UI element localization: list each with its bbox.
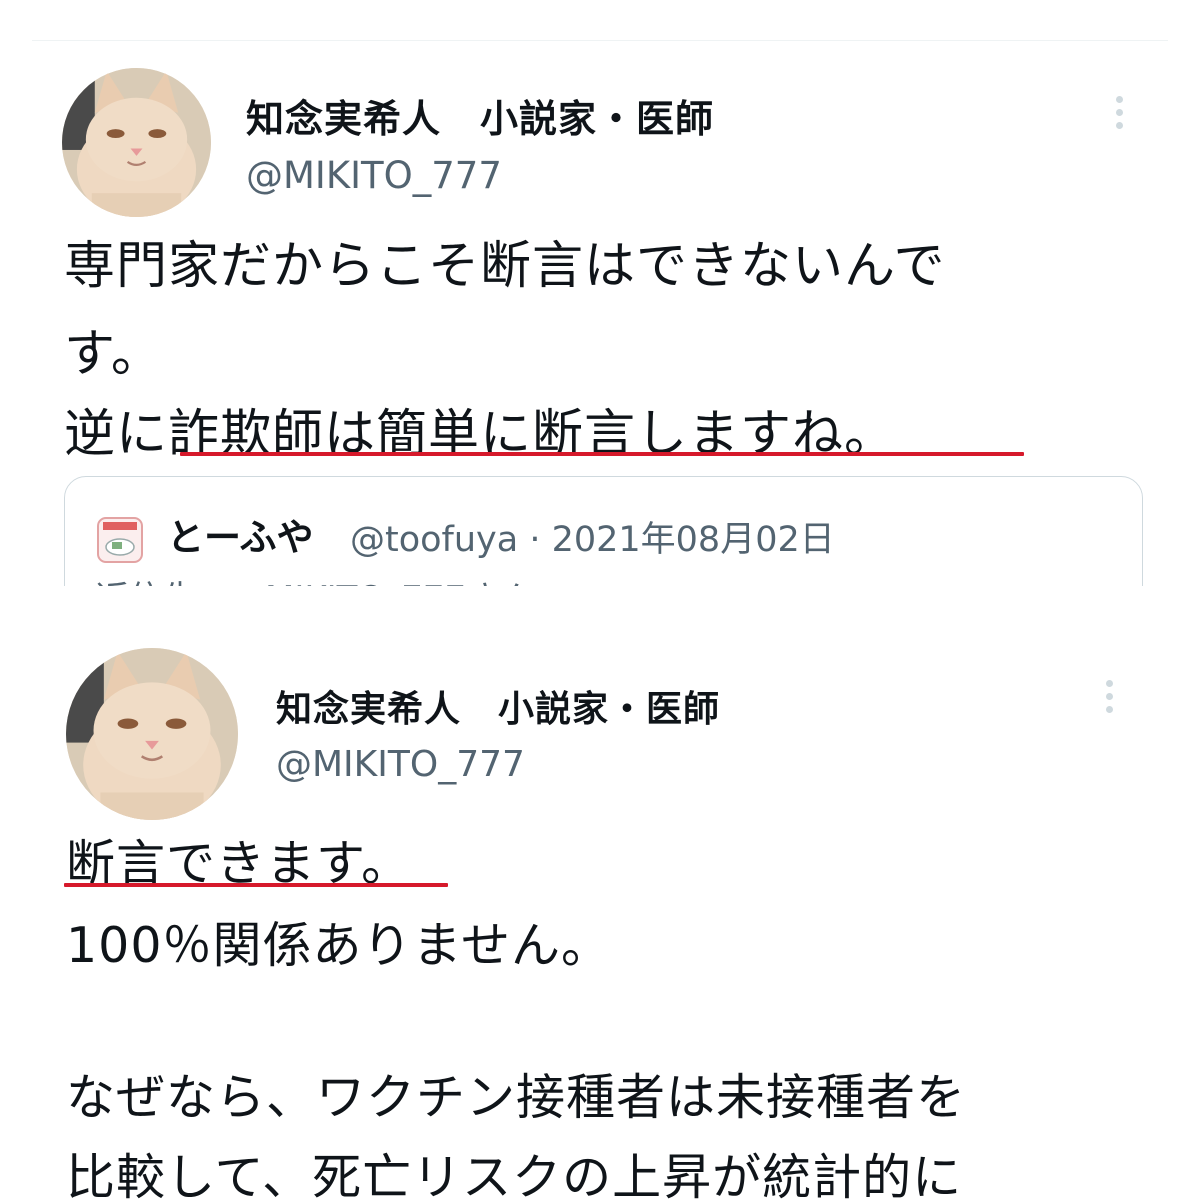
tweet-text-line: なぜなら、ワクチン接種者は未接種者を — [66, 1069, 967, 1126]
display-name[interactable]: 知念実希人 小説家・医師 — [246, 88, 714, 143]
quoted-tweet[interactable]: とーふや @toofuya · 2021年08月02日 返信先：@MIKITO_… — [64, 476, 1143, 586]
tweet-text-line: す。 — [64, 325, 163, 384]
quoted-handle-date[interactable]: @toofuya · 2021年08月02日 — [350, 511, 835, 562]
cat-avatar-icon — [66, 648, 238, 820]
highlight-underline — [64, 883, 448, 887]
more-vertical-icon[interactable] — [1103, 680, 1115, 719]
tweet-text-line: 専門家だからこそ断言はできないんで — [64, 237, 946, 296]
avatar[interactable] — [66, 648, 238, 820]
app-logo-icon — [97, 517, 143, 563]
user-handle[interactable]: @MIKITO_777 — [276, 744, 525, 785]
user-handle[interactable]: @MIKITO_777 — [246, 154, 502, 197]
cat-avatar-icon — [62, 68, 211, 217]
tweet-card-1: 知念実希人 小説家・医師 @MIKITO_777 専門家だからこそ断言はできない… — [0, 44, 1200, 586]
tweet-text-line: 比較して、死亡リスクの上昇が統計的に — [66, 1149, 963, 1200]
more-vertical-icon[interactable] — [1113, 96, 1125, 135]
highlight-underline — [180, 452, 1024, 456]
display-name[interactable]: 知念実希人 小説家・医師 — [276, 680, 720, 732]
tweet-text-line: 100％関係ありません。 — [66, 917, 612, 974]
tweet-card-2: 知念実希人 小説家・医師 @MIKITO_777 断言できます。 100％関係あ… — [0, 628, 1200, 1200]
quoted-user-name[interactable]: とーふや — [167, 507, 314, 561]
top-divider — [32, 40, 1168, 41]
avatar[interactable] — [62, 68, 211, 217]
reply-to-text: 返信先：@MIKITO_777さん — [95, 571, 534, 586]
